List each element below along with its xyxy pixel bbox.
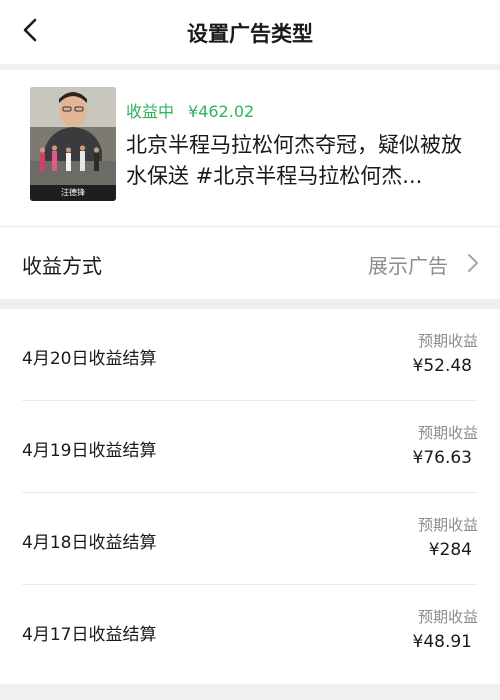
settlement-date-label: 4月17日收益结算 [22, 625, 157, 645]
settlement-date-label: 4月18日收益结算 [22, 533, 157, 553]
chevron-right-icon [466, 253, 480, 273]
earnings-amount: ¥462.02 [188, 102, 255, 121]
earning-method-row[interactable]: 收益方式 展示广告 [0, 227, 500, 299]
expected-earnings-amount: ¥284 [428, 540, 472, 560]
settlement-list: 4月20日收益结算 预期收益 ¥52.48 4月19日收益结算 预期收益 ¥76… [0, 309, 500, 684]
settlement-row[interactable]: 4月20日收益结算 预期收益 ¥52.48 [0, 309, 500, 401]
expected-earnings-caption: 预期收益 [417, 608, 478, 626]
settlement-row[interactable]: 4月19日收益结算 预期收益 ¥76.63 [0, 401, 500, 493]
expected-earnings-amount: ¥48.91 [412, 632, 472, 652]
settlement-date-label: 4月19日收益结算 [22, 441, 157, 461]
expected-earnings-caption: 预期收益 [417, 332, 478, 350]
navbar: 设置广告类型 [0, 0, 500, 64]
expected-earnings-amount: ¥52.48 [412, 356, 472, 376]
screen: 设置广告类型 汪德锋 收益中 ¥462.02 北京半程马拉松何杰夺冠，疑似被放水… [0, 0, 500, 700]
settlement-row[interactable]: 4月18日收益结算 预期收益 ¥284 [0, 493, 500, 585]
earning-method-label: 收益方式 [22, 254, 102, 278]
expected-earnings-amount: ¥76.63 [412, 448, 472, 468]
settlement-row[interactable]: 4月17日收益结算 预期收益 ¥48.91 [0, 585, 500, 677]
earning-method-value: 展示广告 [368, 254, 448, 278]
thumbnail-caption: 汪德锋 [61, 188, 85, 197]
expected-earnings-caption: 预期收益 [417, 516, 478, 534]
video-title: 北京半程马拉松何杰夺冠，疑似被放水保送 #北京半程马拉松何杰... [126, 133, 462, 188]
earning-status: 收益中 ¥462.02 [126, 98, 254, 122]
settlement-date-label: 4月20日收益结算 [22, 349, 157, 369]
page-title: 设置广告类型 [187, 22, 313, 46]
expected-earnings-caption: 预期收益 [417, 424, 478, 442]
video-card[interactable]: 汪德锋 收益中 ¥462.02 北京半程马拉松何杰夺冠，疑似被放水保送 #北京半程… [0, 70, 500, 226]
status-badge: 收益中 [126, 102, 175, 121]
video-thumbnail[interactable]: 汪德锋 [30, 87, 116, 201]
